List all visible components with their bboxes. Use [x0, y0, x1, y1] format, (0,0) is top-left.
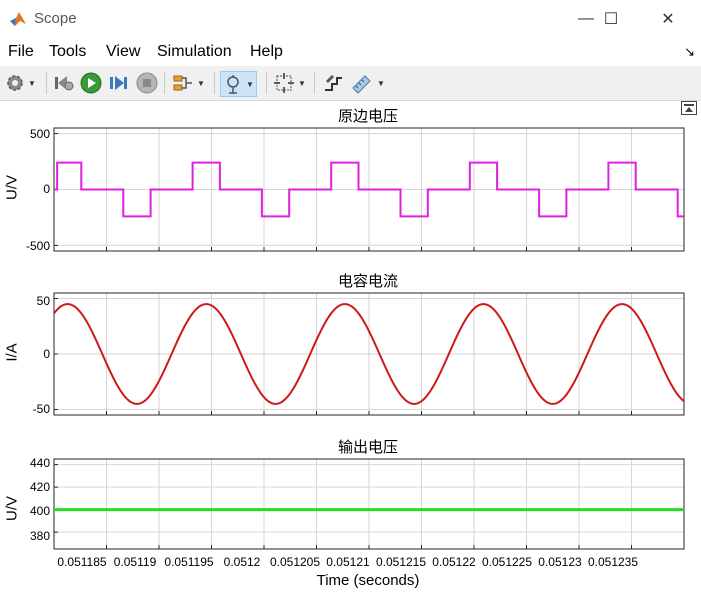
y-tick-label: 0 [43, 182, 50, 196]
chevron-down-icon: ▼ [28, 78, 36, 88]
menu-view[interactable]: View [106, 43, 140, 61]
chevron-down-icon: ▼ [377, 78, 385, 88]
chevron-down-icon: ▼ [197, 78, 205, 88]
y-tick-label: 0 [43, 347, 50, 361]
y-tick-label: 50 [36, 294, 50, 308]
menu-file[interactable]: File [8, 43, 34, 61]
plot-area: 原边电压 U/V 500 0 -500 电容电流 I/A 50 0 -50 输出… [0, 101, 701, 600]
signal-selector-button[interactable]: ▼ [172, 71, 205, 95]
close-button[interactable]: ✕ [645, 0, 691, 38]
menu-bar: File Tools View Simulation Help ↘ [0, 38, 701, 66]
chevron-down-icon: ▼ [246, 79, 254, 89]
dock-arrow-icon[interactable]: ↘ [684, 44, 695, 60]
plot-title-1: 原边电压 [337, 108, 398, 125]
gear-icon [7, 75, 23, 91]
y-tick-label: -50 [32, 402, 50, 416]
y-tick-label: 440 [29, 456, 50, 470]
chevron-down-icon: ▼ [298, 78, 306, 88]
run-button[interactable] [80, 71, 102, 95]
stop-icon [136, 72, 158, 94]
plot-axes-3[interactable] [53, 458, 685, 550]
y-tick-label: 380 [29, 529, 50, 543]
stop-button[interactable] [136, 71, 158, 95]
y-tick-label: 420 [29, 480, 50, 494]
y-tick-label: 500 [29, 127, 50, 141]
step-forward-icon [110, 76, 127, 90]
signal-selector-icon [173, 75, 192, 91]
x-axis-label: Time (seconds) [316, 572, 420, 589]
highlight-icon [325, 75, 342, 91]
toolbar-separator [214, 72, 215, 94]
menu-simulation[interactable]: Simulation [157, 43, 232, 61]
step-back-button[interactable] [53, 71, 75, 95]
step-forward-button[interactable] [108, 71, 130, 95]
step-back-icon [55, 76, 74, 91]
run-icon [80, 72, 102, 94]
plot-title-3: 输出电压 [337, 439, 398, 456]
zoom-icon [227, 75, 239, 94]
matlab-logo-icon [10, 12, 26, 26]
y-tick-label: -500 [25, 239, 50, 253]
y-tick-label: 400 [29, 504, 50, 518]
title-bar: Scope — ☐ ✕ [0, 0, 701, 38]
window-title: Scope [34, 10, 77, 27]
plot-axes-1[interactable] [53, 127, 685, 252]
plot-axes-2[interactable] [53, 292, 685, 416]
cursor-measure-icon [352, 75, 371, 94]
toolbar-separator [314, 72, 315, 94]
settings-button[interactable]: ▼ [5, 71, 36, 95]
x-tick-label: 0.051235 [587, 555, 639, 569]
fit-to-view-icon [274, 73, 294, 93]
maximize-button[interactable]: ☐ [588, 0, 634, 38]
toolbar-separator [164, 72, 165, 94]
fit-to-view-button[interactable]: ▼ [273, 71, 306, 95]
toolbar-separator [46, 72, 47, 94]
toolbar-separator [266, 72, 267, 94]
cursor-measure-button[interactable]: ▼ [350, 71, 385, 95]
zoom-button[interactable]: ▼ [220, 71, 257, 97]
toolbar: ▼ ▼ ▼ ▼ ▼ [0, 66, 701, 101]
plots-canvas [53, 127, 685, 550]
plot-title-2: 电容电流 [337, 273, 398, 290]
menu-help[interactable]: Help [250, 43, 283, 61]
menu-tools[interactable]: Tools [49, 43, 86, 61]
highlight-button[interactable] [322, 71, 344, 95]
